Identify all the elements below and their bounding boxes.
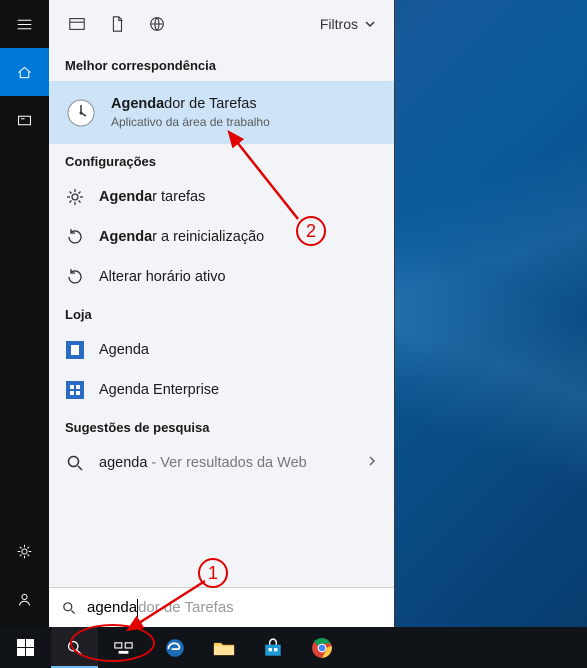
- annotation-arrows: [0, 0, 587, 668]
